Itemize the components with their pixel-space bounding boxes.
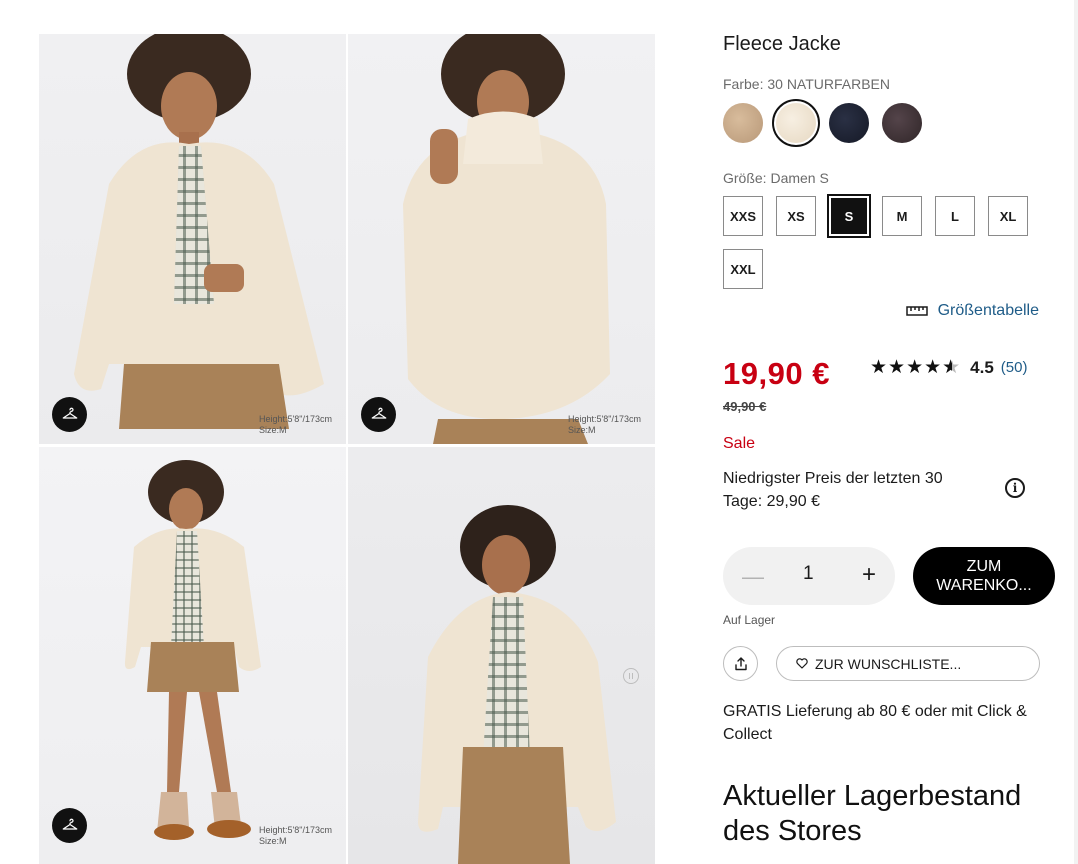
try-on-hanger-button[interactable] — [52, 808, 87, 843]
model-size: Size:M — [568, 425, 596, 435]
model-info: Height:5'8"/173cm Size:M — [259, 414, 332, 436]
model-height: Height:5'8"/173cm — [568, 414, 641, 424]
product-rating[interactable]: ★★★★★★ 4.5 (50) — [870, 356, 1027, 379]
model-height: Height:5'8"/173cm — [259, 825, 332, 835]
size-button-l[interactable]: L — [935, 196, 975, 236]
add-to-cart-button[interactable]: ZUM WARENKO... — [913, 547, 1055, 605]
wishlist-label: ZUR WUNSCHLISTE... — [815, 655, 962, 672]
quantity-value[interactable]: 1 — [803, 563, 814, 585]
size-button-xxs[interactable]: XXS — [723, 196, 763, 236]
share-button[interactable] — [723, 646, 758, 681]
hanger-icon — [62, 407, 77, 419]
decrease-quantity-button[interactable]: — — [742, 564, 764, 590]
model-height: Height:5'8"/173cm — [259, 414, 332, 424]
color-swatch-naturfarben[interactable] — [772, 99, 820, 147]
model-figure — [39, 34, 346, 444]
rating-count[interactable]: (50) — [1001, 359, 1028, 376]
product-image-2[interactable]: Height:5'8"/173cm Size:M — [348, 34, 655, 444]
sale-label: Sale — [723, 435, 756, 452]
size-button-m[interactable]: M — [882, 196, 922, 236]
stock-status: Auf Lager — [723, 613, 776, 627]
size-button-s[interactable]: S — [827, 194, 871, 238]
wishlist-button[interactable]: ZUR WUNSCHLISTE... — [776, 646, 1040, 681]
color-swatch-dunkelbraun[interactable] — [882, 103, 922, 143]
product-details-panel: Fleece Jacke Farbe: 30 NATURFARBEN Größe… — [723, 0, 1055, 864]
heart-icon — [796, 658, 808, 669]
product-image-3[interactable]: Height:5'8"/173cm Size:M — [39, 447, 346, 864]
product-title: Fleece Jacke — [723, 33, 841, 55]
pause-icon[interactable] — [623, 668, 639, 684]
product-gallery: Height:5'8"/173cm Size:M Height:5'8"/173… — [39, 34, 655, 864]
try-on-hanger-button[interactable] — [52, 397, 87, 432]
quantity-stepper: — 1 + — [723, 547, 895, 605]
increase-quantity-button[interactable]: + — [862, 561, 876, 589]
size-button-xs[interactable]: XS — [776, 196, 816, 236]
hanger-icon — [371, 407, 386, 419]
color-label: Farbe: 30 NATURFARBEN — [723, 76, 891, 92]
color-swatch-navy[interactable] — [829, 103, 869, 143]
try-on-hanger-button[interactable] — [361, 397, 396, 432]
color-swatch-beige[interactable] — [723, 103, 763, 143]
info-icon[interactable]: i — [1005, 478, 1025, 498]
size-label: Größe: Damen S — [723, 170, 829, 186]
share-icon — [734, 656, 747, 670]
model-figure — [124, 460, 262, 840]
size-button-xl[interactable]: XL — [988, 196, 1028, 236]
size-button-xxl[interactable]: XXL — [723, 249, 763, 289]
rating-value: 4.5 — [970, 357, 994, 377]
delivery-info: GRATIS Lieferung ab 80 € oder mit Click … — [723, 703, 1027, 743]
model-size: Size:M — [259, 836, 287, 846]
model-info: Height:5'8"/173cm Size:M — [259, 825, 332, 847]
model-size: Size:M — [259, 425, 287, 435]
size-chart-label: Größentabelle — [937, 302, 1039, 319]
model-info: Height:5'8"/173cm Size:M — [568, 414, 641, 436]
size-chart-link[interactable]: Größentabelle — [905, 302, 1039, 320]
product-image-1[interactable]: Height:5'8"/173cm Size:M — [39, 34, 346, 444]
hanger-icon — [62, 818, 77, 830]
model-figure — [418, 505, 616, 864]
rating-stars-icon: ★★★★★★ — [870, 357, 960, 378]
original-price: 49,90 € — [723, 399, 767, 414]
current-price: 19,90 € — [723, 356, 830, 391]
lowest-price-info: Niedrigster Preis der letzten 30 Tage: 2… — [723, 470, 943, 510]
model-figure — [403, 34, 610, 444]
page-scrollbar[interactable] — [1074, 0, 1078, 864]
product-image-4[interactable] — [348, 447, 655, 864]
ruler-icon — [905, 306, 928, 316]
store-stock-heading: Aktueller Lagerbestand des Stores — [723, 780, 1022, 847]
